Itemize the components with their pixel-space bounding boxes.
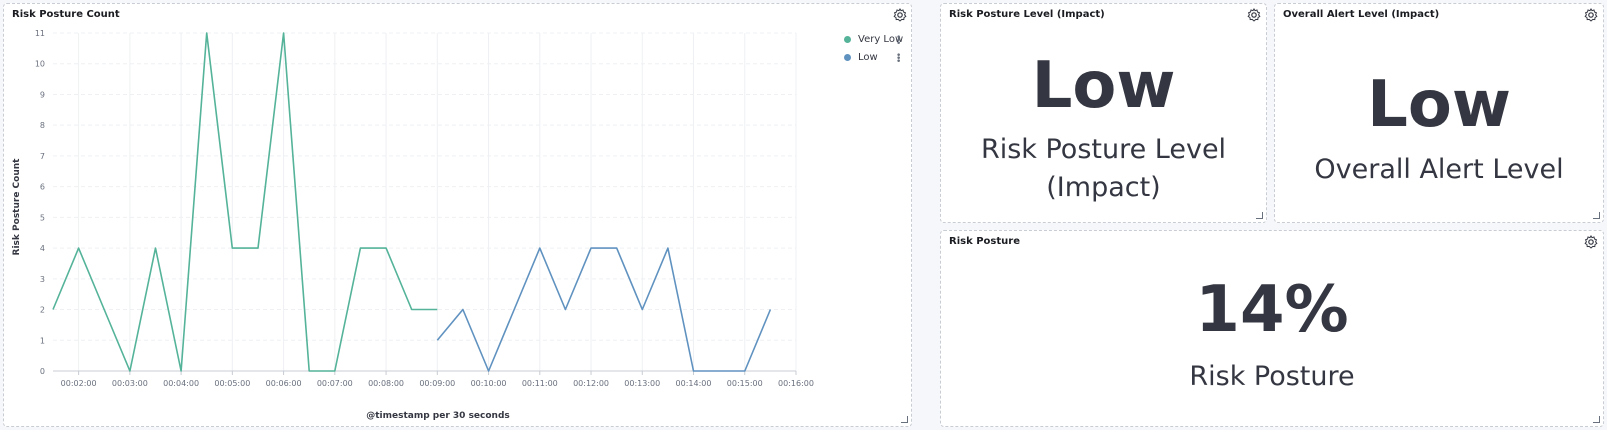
resize-handle-icon[interactable] xyxy=(901,416,908,423)
legend-label: Low xyxy=(858,52,878,63)
resize-handle-icon[interactable] xyxy=(1593,212,1600,219)
risk-posture-panel: Risk Posture 14% Risk Posture xyxy=(940,230,1604,427)
metric-label: Risk Posture Level xyxy=(980,134,1227,165)
metric-label: Risk Posture xyxy=(1189,361,1355,392)
metric-value: 14% xyxy=(1195,273,1349,347)
metric-value: Low xyxy=(1367,68,1511,142)
legend-dot xyxy=(844,36,851,43)
metric-label-line2: (Impact) xyxy=(1046,172,1161,203)
gear-icon[interactable] xyxy=(1583,234,1599,250)
gear-icon[interactable] xyxy=(1583,7,1599,23)
metric-value: Low xyxy=(1031,49,1176,123)
panel-title: Overall Alert Level (Impact) xyxy=(1283,9,1440,20)
panel-title: Risk Posture Count xyxy=(12,9,120,20)
more-options-icon[interactable]: • • • xyxy=(896,34,902,49)
legend-item-very-low[interactable]: Very Low xyxy=(844,34,903,45)
risk-posture-count-panel: Risk Posture Count xyxy=(3,3,912,427)
gear-icon[interactable] xyxy=(1246,7,1262,23)
metric-label: Overall Alert Level xyxy=(1314,154,1564,185)
resize-handle-icon[interactable] xyxy=(1256,212,1263,219)
gear-icon[interactable] xyxy=(892,7,908,23)
panel-title: Risk Posture Level (Impact) xyxy=(949,9,1105,20)
legend-item-low[interactable]: Low xyxy=(844,52,878,63)
more-options-icon[interactable]: • • • xyxy=(896,52,902,67)
overall-alert-level-panel: Overall Alert Level (Impact) Low Overall… xyxy=(1274,3,1604,223)
panel-title: Risk Posture xyxy=(949,236,1020,247)
resize-handle-icon[interactable] xyxy=(1593,416,1600,423)
legend-dot xyxy=(844,54,851,61)
risk-posture-level-panel: Risk Posture Level (Impact) Low Risk Pos… xyxy=(940,3,1267,223)
